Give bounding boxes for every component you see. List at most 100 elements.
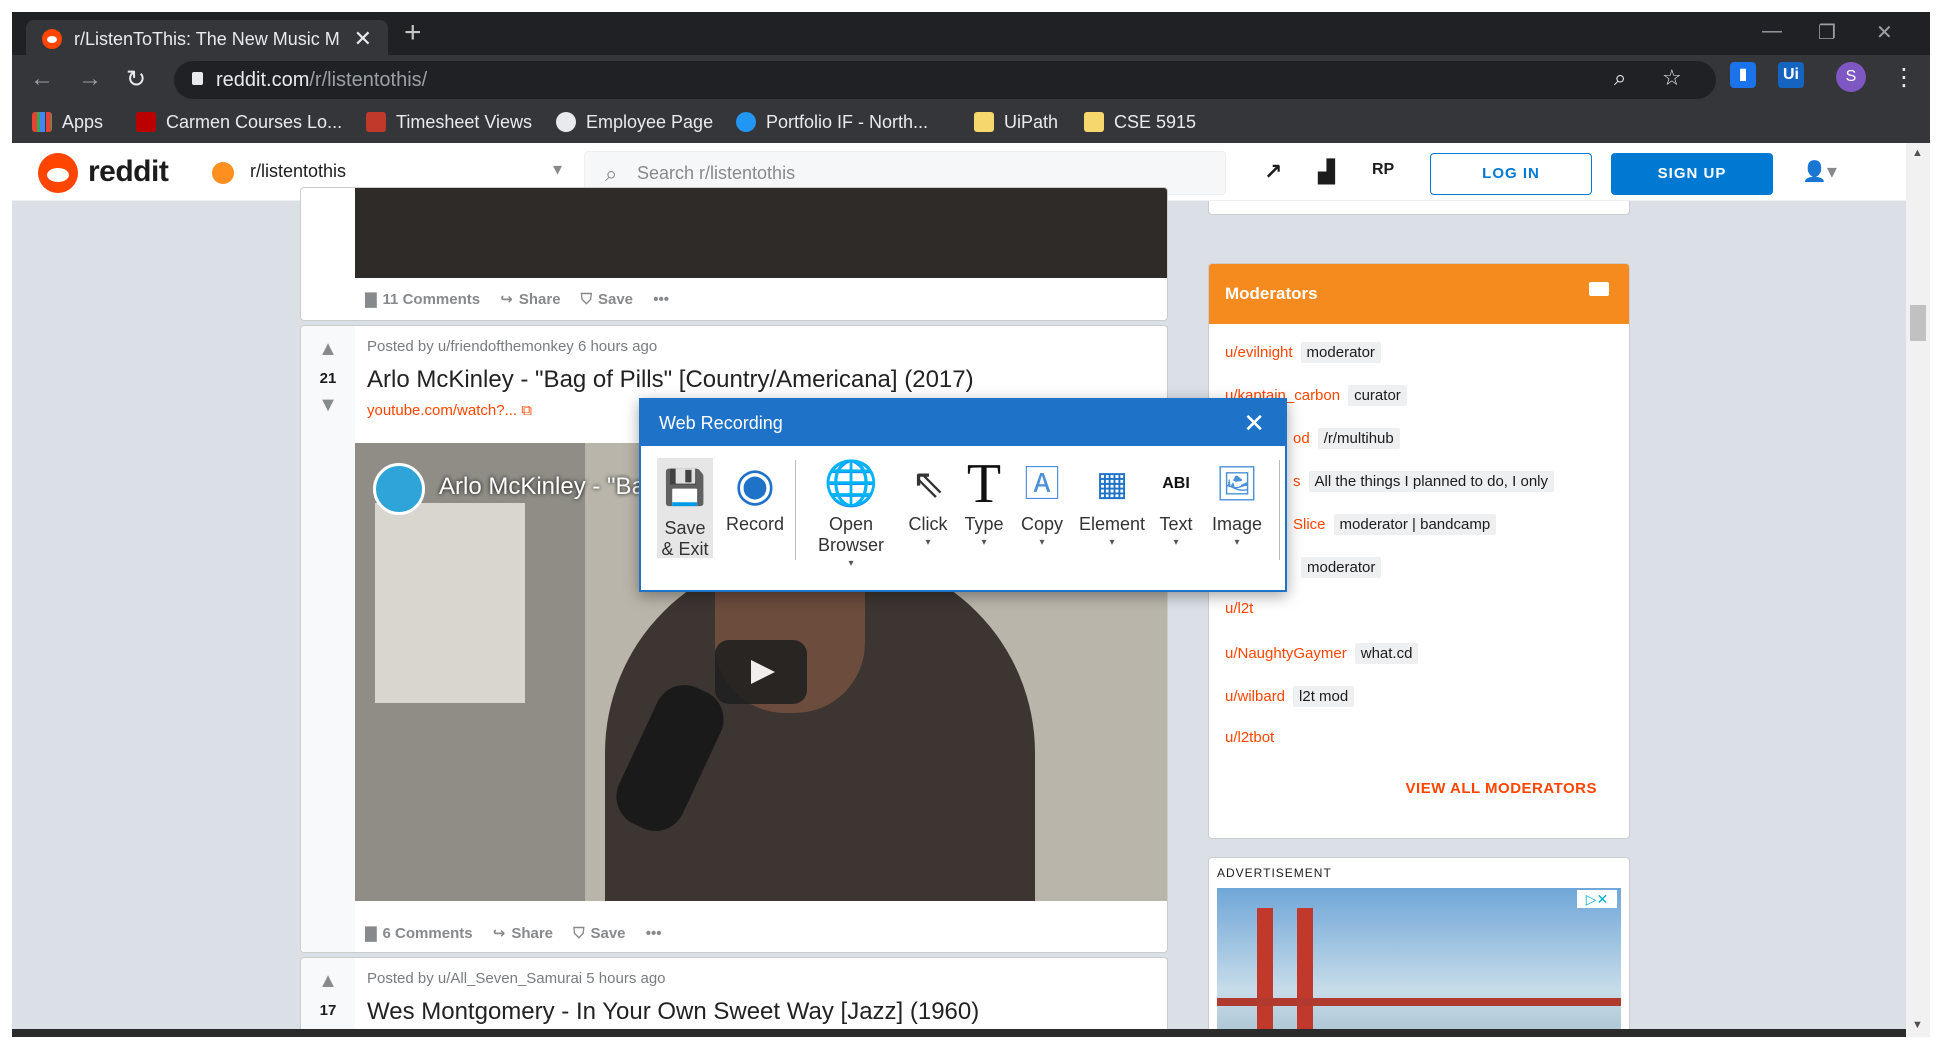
- ad-image: [1257, 908, 1273, 1037]
- signup-button[interactable]: SIGN UP: [1611, 153, 1773, 195]
- lock-icon: [192, 72, 203, 85]
- reddit-logo-icon[interactable]: [38, 153, 78, 193]
- bookmark-employee[interactable]: Employee Page: [556, 112, 713, 136]
- save-button[interactable]: ⛉ Save: [573, 925, 625, 942]
- copy-button[interactable]: 🄰 Copy ▾: [1015, 458, 1069, 548]
- post-score: 17: [319, 1002, 337, 1019]
- bookmark-portfolio[interactable]: Portfolio IF - North...: [736, 112, 928, 136]
- bookmark-cse5915[interactable]: CSE 5915: [1084, 112, 1196, 136]
- share-button[interactable]: ↪ Share: [493, 924, 553, 942]
- post-title[interactable]: Wes Montgomery - In Your Own Sweet Way […: [367, 998, 979, 1026]
- trending-icon[interactable]: ↗: [1264, 159, 1282, 185]
- comments-button[interactable]: ▇ 6 Comments: [365, 924, 473, 942]
- profile-avatar[interactable]: S: [1836, 62, 1866, 92]
- moderator-name[interactable]: Slice: [1293, 516, 1326, 533]
- reload-icon[interactable]: ↻: [126, 65, 146, 94]
- save-exit-button[interactable]: 💾 Save & Exit: [657, 458, 713, 559]
- video-title[interactable]: Arlo McKinley - "Ba: [439, 473, 645, 501]
- bookmark-apps[interactable]: Apps: [32, 112, 103, 136]
- subreddit-picker[interactable]: r/listentothis ▾: [212, 155, 562, 189]
- moderator-name[interactable]: s: [1293, 473, 1301, 490]
- vote-column: ▲ 17: [301, 958, 355, 1037]
- uipath-extension-icon[interactable]: Ui: [1778, 62, 1804, 88]
- close-window-icon[interactable]: ✕: [1876, 20, 1893, 45]
- downvote-icon[interactable]: ▼: [318, 394, 338, 416]
- ad-image[interactable]: ▷✕: [1217, 888, 1621, 1037]
- toolbar-divider: [1279, 460, 1280, 560]
- ad-image: [1297, 908, 1313, 1037]
- element-button[interactable]: ▦ Element ▾: [1077, 458, 1147, 548]
- scroll-up-icon[interactable]: ▲: [1912, 147, 1923, 159]
- tool-label: Copy: [1020, 514, 1064, 534]
- close-icon[interactable]: ✕: [1243, 408, 1265, 439]
- leaderboard-icon[interactable]: ▟: [1318, 159, 1335, 185]
- moderator-name[interactable]: u/wilbard: [1225, 688, 1285, 705]
- restore-icon[interactable]: ❐: [1818, 20, 1836, 45]
- rpan-icon[interactable]: RP: [1372, 161, 1394, 179]
- post-title[interactable]: Arlo McKinley - "Bag of Pills" [Country/…: [367, 366, 974, 394]
- browser-tab[interactable]: r/ListenToThis: The New Music M ✕: [26, 20, 388, 55]
- bookmark-star-icon[interactable]: ☆: [1662, 65, 1682, 91]
- text-icon: ABI: [1162, 475, 1190, 492]
- login-button[interactable]: LOG IN: [1430, 153, 1592, 195]
- bookmark-carmen[interactable]: Carmen Courses Lo...: [136, 112, 342, 136]
- address-bar[interactable]: reddit.com/r/listentothis/ ⌕ ☆: [174, 61, 1716, 99]
- channel-avatar[interactable]: [373, 463, 425, 515]
- moderator-name[interactable]: od: [1293, 430, 1310, 447]
- save-button[interactable]: ⛉ Save: [581, 291, 633, 308]
- post-byline[interactable]: Posted by u/All_Seven_Samurai 5 hours ag…: [367, 970, 666, 987]
- toolbar-divider: [795, 460, 796, 560]
- moderator-name[interactable]: u/l2tbot: [1225, 729, 1274, 746]
- bookmark-uipath[interactable]: UiPath: [974, 112, 1058, 136]
- more-options-button[interactable]: •••: [646, 925, 662, 942]
- back-icon[interactable]: ←: [30, 65, 54, 93]
- globe-icon: 🌐: [823, 459, 879, 508]
- minimize-icon[interactable]: —: [1762, 20, 1782, 43]
- text-button[interactable]: ABI Text ▾: [1153, 458, 1199, 548]
- image-button[interactable]: 🖼 Image ▾: [1205, 458, 1269, 548]
- share-button[interactable]: ↪ Share: [500, 290, 560, 308]
- upvote-icon[interactable]: ▲: [318, 970, 338, 992]
- reddit-wordmark[interactable]: reddit: [88, 155, 169, 189]
- more-options-button[interactable]: •••: [653, 291, 669, 308]
- type-button[interactable]: T Type ▾: [959, 453, 1009, 548]
- folder-icon: [974, 112, 994, 132]
- moderator-name[interactable]: u/NaughtyGaymer: [1225, 645, 1347, 662]
- forward-icon[interactable]: →: [78, 65, 102, 93]
- ad-choices-icon[interactable]: ▷✕: [1577, 890, 1617, 908]
- record-button[interactable]: ◉ Record: [723, 458, 787, 535]
- zoom-icon[interactable]: ⌕: [1614, 65, 1626, 91]
- moderator-name[interactable]: u/evilnight: [1225, 344, 1293, 361]
- play-button-icon[interactable]: [715, 640, 807, 704]
- vertical-scrollbar[interactable]: ▲ ▼: [1906, 143, 1930, 1037]
- moderator-row: moderator: [1293, 557, 1382, 581]
- bookmark-timesheet[interactable]: Timesheet Views: [366, 112, 532, 136]
- message-mods-icon[interactable]: [1589, 282, 1609, 296]
- chevron-down-icon: ▾: [552, 159, 562, 179]
- tool-label: Open Browser: [817, 514, 884, 555]
- post-byline[interactable]: Posted by u/friendofthemonkey 6 hours ag…: [367, 338, 657, 355]
- comments-button[interactable]: ▇ 11 Comments: [365, 290, 480, 308]
- chevron-down-icon: ▾: [1039, 537, 1045, 548]
- extension-shield-icon[interactable]: ▮: [1730, 62, 1756, 88]
- type-icon: T: [966, 453, 1002, 515]
- menu-kebab-icon[interactable]: ⋮: [1892, 63, 1916, 92]
- user-menu-icon[interactable]: 👤▾: [1802, 159, 1837, 184]
- post-link[interactable]: youtube.com/watch?... ⧉: [367, 402, 532, 419]
- moderator-name[interactable]: u/l2t: [1225, 600, 1253, 617]
- tab-close-icon[interactable]: ✕: [354, 26, 372, 52]
- moderator-row: u/wilbard l2t mod: [1225, 686, 1355, 710]
- search-input[interactable]: [637, 160, 1197, 186]
- cursor-icon: ⇖: [911, 462, 945, 506]
- moderators-header: Moderators: [1209, 264, 1629, 324]
- new-tab-button[interactable]: +: [404, 18, 422, 48]
- view-all-moderators-button[interactable]: VIEW ALL MODERATORS: [1406, 780, 1597, 797]
- click-button[interactable]: ⇖ Click ▾: [903, 458, 953, 548]
- taskbar-strip: [12, 1029, 1906, 1037]
- share-icon: ↪: [492, 925, 506, 942]
- open-browser-button[interactable]: 🌐 Open Browser ▾: [809, 458, 893, 569]
- upvote-icon[interactable]: ▲: [318, 338, 338, 360]
- scrollbar-thumb[interactable]: [1910, 305, 1926, 341]
- post-actions: ▇ 6 Comments ↪ Share ⛉ Save •••: [365, 924, 677, 948]
- scroll-down-icon[interactable]: ▼: [1912, 1019, 1923, 1031]
